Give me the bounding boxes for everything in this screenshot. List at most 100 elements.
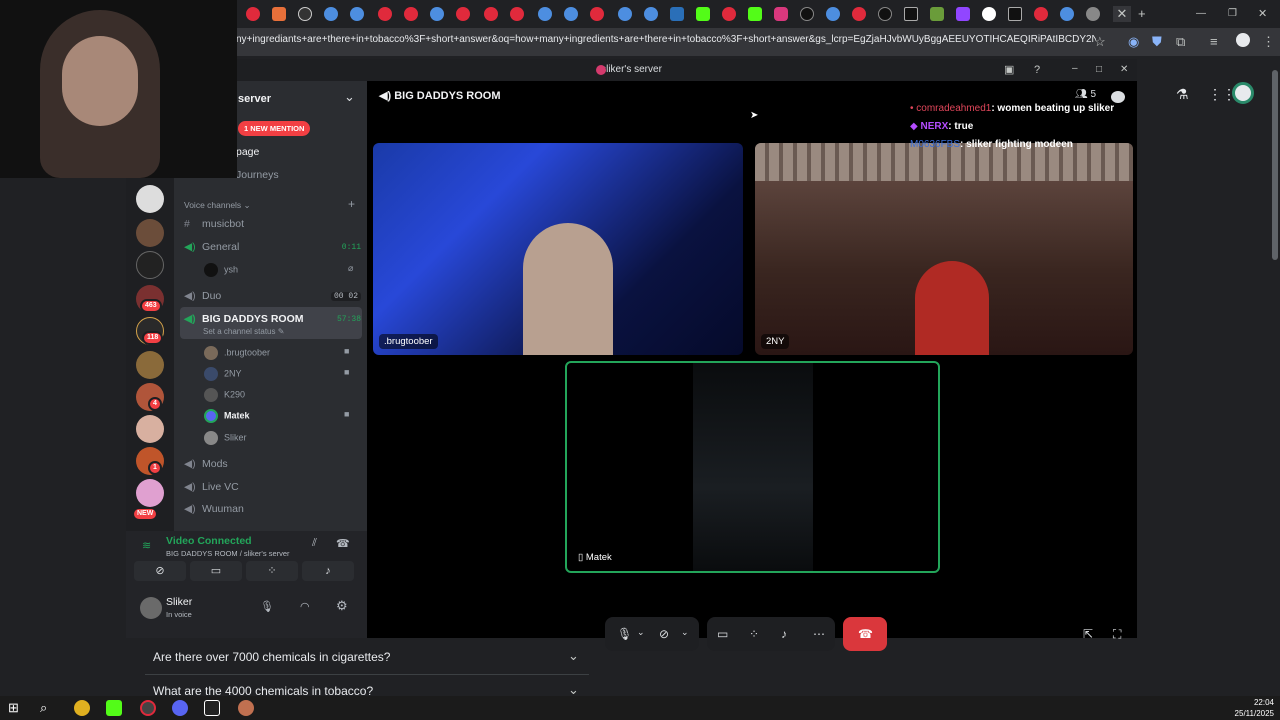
- headphones-icon[interactable]: ◠: [300, 600, 310, 613]
- noise-suppression-icon[interactable]: ⫽: [312, 537, 317, 550]
- add-channel-icon[interactable]: +: [348, 197, 355, 211]
- tab-x-icon[interactable]: [904, 7, 918, 21]
- close-window-icon[interactable]: ✕: [1258, 6, 1267, 22]
- settings-gear-icon[interactable]: ⚙: [336, 598, 348, 614]
- chat-bubble-icon[interactable]: [1111, 91, 1125, 103]
- tab-google-icon[interactable]: [1086, 7, 1100, 21]
- tab-youtube-icon[interactable]: [722, 7, 736, 21]
- voice-category[interactable]: Voice channels ⌄: [184, 200, 251, 211]
- shield-icon[interactable]: ⛊: [1152, 34, 1162, 50]
- chevron-down-icon[interactable]: ⌄: [344, 89, 355, 105]
- tab-icon[interactable]: [298, 7, 312, 21]
- screen-share-icon[interactable]: ▭: [717, 627, 728, 641]
- voice-user[interactable]: Sliker: [204, 431, 247, 445]
- screen-share-button[interactable]: ▭: [190, 561, 242, 581]
- tab-youtube-icon[interactable]: [404, 7, 418, 21]
- camera-off-button[interactable]: ⊘: [134, 561, 186, 581]
- search-icon[interactable]: ⌕: [40, 700, 56, 716]
- chrome-icon[interactable]: [74, 700, 90, 716]
- tab-youtube-icon[interactable]: [246, 7, 260, 21]
- channel-live-vc[interactable]: ◀) Live VC: [184, 481, 239, 493]
- participants-icon[interactable]: 👥︎ 5: [1075, 89, 1096, 100]
- tab-youtube-icon[interactable]: [378, 7, 392, 21]
- more-options-icon[interactable]: ⋯: [813, 627, 825, 641]
- channel-page[interactable]: page: [236, 146, 259, 158]
- tab-chatgpt-icon[interactable]: [1060, 7, 1074, 21]
- tab-chatgpt-icon[interactable]: [538, 7, 552, 21]
- url-field[interactable]: ny+ingrediants+are+there+in+tobacco%3F+s…: [236, 34, 1096, 45]
- pop-out-icon[interactable]: ⇱: [1083, 627, 1093, 641]
- tab-blogger-icon[interactable]: [272, 7, 286, 21]
- tab-kick-icon[interactable]: [696, 7, 710, 21]
- tab-chatgpt-icon[interactable]: [826, 7, 840, 21]
- activities-icon[interactable]: ⁘: [749, 627, 759, 641]
- tab-chatgpt-icon[interactable]: [324, 7, 338, 21]
- tab-tiktok-icon[interactable]: [800, 7, 814, 21]
- inbox-icon[interactable]: ▣: [1004, 62, 1014, 78]
- channel-journeys[interactable]: Journeys: [236, 169, 279, 181]
- signal-icon[interactable]: ≋: [142, 539, 151, 552]
- channel-musicbot[interactable]: # musicbot: [184, 218, 244, 230]
- windows-start-icon[interactable]: ⊞: [8, 700, 24, 716]
- extension-icon[interactable]: ◉: [1128, 34, 1139, 50]
- voice-user[interactable]: K290: [204, 388, 245, 402]
- voice-user[interactable]: Matek: [204, 409, 250, 423]
- tab-tiktok-icon[interactable]: [878, 7, 892, 21]
- disconnect-icon[interactable]: ☎: [336, 537, 350, 550]
- discord-icon[interactable]: [172, 700, 188, 716]
- tab-youtube-icon[interactable]: [590, 7, 604, 21]
- microphone-icon[interactable]: 🎙︎: [617, 627, 632, 641]
- media-icon[interactable]: ≡: [1210, 34, 1218, 50]
- voice-location[interactable]: BIG DADDYS ROOM / sliker's server: [166, 549, 290, 558]
- video-tile[interactable]: 2NY: [755, 143, 1133, 355]
- extensions-puzzle-icon[interactable]: ⧉: [1176, 34, 1185, 50]
- account-avatar[interactable]: [1232, 82, 1254, 104]
- voice-user[interactable]: ysh: [204, 263, 238, 277]
- tab-youtube-icon[interactable]: [456, 7, 470, 21]
- help-icon[interactable]: ?: [1034, 62, 1040, 78]
- tab-instagram-icon[interactable]: [774, 7, 788, 21]
- labs-flask-icon[interactable]: ⚗: [1176, 86, 1189, 102]
- tab-kick-icon[interactable]: [748, 7, 762, 21]
- channel-wuuman[interactable]: ◀) Wuuman: [184, 503, 244, 515]
- soundboard-button[interactable]: ♪: [302, 561, 354, 581]
- tab-google-icon[interactable]: [982, 7, 996, 21]
- server-name[interactable]: server: [238, 93, 271, 105]
- menu-kebab-icon[interactable]: ⋮: [1262, 34, 1275, 50]
- tab-x-icon[interactable]: [1008, 7, 1022, 21]
- minimize-icon[interactable]: —: [1196, 6, 1206, 22]
- maximize-icon[interactable]: □: [1096, 62, 1102, 78]
- chevron-down-icon[interactable]: ⌄: [637, 627, 645, 638]
- close-icon[interactable]: ✕: [1120, 62, 1128, 78]
- chevron-down-icon[interactable]: ⌄: [681, 627, 689, 638]
- tab-icon[interactable]: [930, 7, 944, 21]
- server-icon[interactable]: [136, 415, 164, 443]
- channel-big-daddys-room[interactable]: ◀) BIG DADDYS ROOM: [184, 313, 304, 325]
- kick-icon[interactable]: [106, 700, 122, 716]
- soundboard-icon[interactable]: ♪: [781, 627, 787, 641]
- tab-youtube-icon[interactable]: [484, 7, 498, 21]
- tab-chatgpt-icon[interactable]: [430, 7, 444, 21]
- new-tab-icon[interactable]: +: [1138, 6, 1146, 22]
- video-tile[interactable]: .brugtoober: [373, 143, 743, 355]
- tab-chatgpt-icon[interactable]: [644, 7, 658, 21]
- microphone-icon[interactable]: 🎙︎: [260, 600, 274, 613]
- tab-steam-icon[interactable]: [670, 7, 684, 21]
- minimize-icon[interactable]: –: [1072, 61, 1078, 77]
- tab-twitch-icon[interactable]: [956, 7, 970, 21]
- tab-youtube-icon[interactable]: [510, 7, 524, 21]
- channel-status[interactable]: Set a channel status ✎: [203, 327, 284, 336]
- server-icon[interactable]: [136, 351, 164, 379]
- voice-user[interactable]: .brugtoober: [204, 346, 270, 360]
- activities-button[interactable]: ⁘: [246, 561, 298, 581]
- channel-mods[interactable]: ◀) Mods: [184, 458, 228, 470]
- app-icon[interactable]: [238, 700, 254, 716]
- video-tile-speaking[interactable]: ▯ Matek: [565, 361, 940, 573]
- server-icon[interactable]: [136, 185, 164, 213]
- user-avatar[interactable]: [140, 597, 162, 619]
- faq-question-1[interactable]: Are there over 7000 chemicals in cigaret…: [153, 650, 390, 664]
- tab-youtube-icon[interactable]: [852, 7, 866, 21]
- user-name[interactable]: Sliker: [166, 596, 192, 608]
- capcut-icon[interactable]: [204, 700, 220, 716]
- tab-chatgpt-icon[interactable]: [564, 7, 578, 21]
